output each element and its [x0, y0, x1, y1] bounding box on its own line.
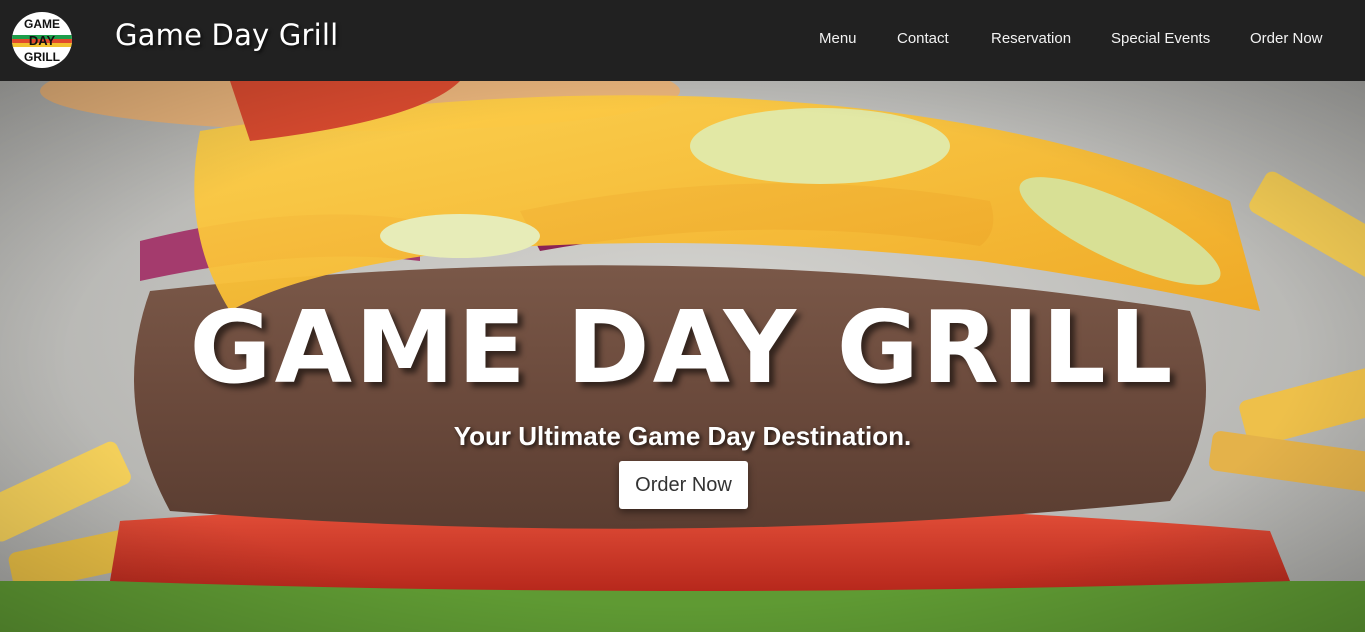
nav-reservation-link[interactable]: Reservation	[991, 30, 1071, 47]
nav-menu-link[interactable]: Menu	[819, 30, 857, 47]
order-now-button[interactable]: Order Now	[619, 461, 748, 509]
nav-order-now-link[interactable]: Order Now	[1250, 30, 1323, 47]
top-navbar: GAME DAY GRILL Game Day Grill Menu Conta…	[0, 0, 1365, 81]
logo-text-game: GAME	[24, 17, 60, 31]
nav-links: Menu Contact Reservation Special Events …	[0, 30, 1365, 50]
hero-section: GAME DAY GRILL Your Ultimate Game Day De…	[0, 81, 1365, 632]
nav-special-events-link[interactable]: Special Events	[1111, 30, 1210, 47]
nav-contact-link[interactable]: Contact	[897, 30, 949, 47]
hero-subtitle: Your Ultimate Game Day Destination.	[453, 421, 912, 451]
hero-title: GAME DAY GRILL	[189, 289, 1176, 406]
logo-text-grill: GRILL	[24, 50, 60, 64]
